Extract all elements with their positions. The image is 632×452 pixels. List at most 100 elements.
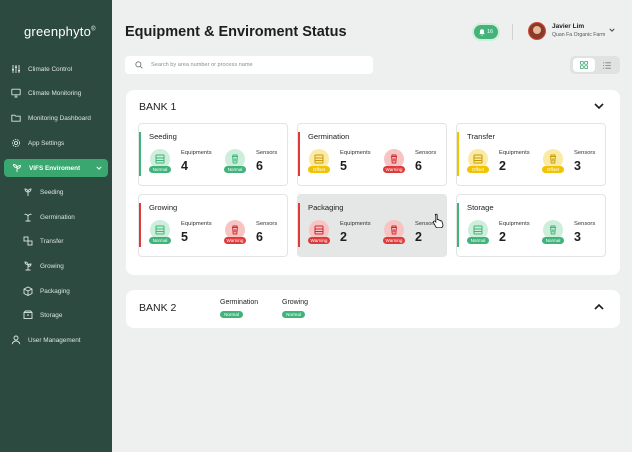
sensor-label: Sensors [574,150,596,156]
sidebar-item-packaging[interactable]: Packaging [0,282,112,300]
sensor-metric: Warning Sensors 6 [383,149,446,179]
folder-icon [10,112,22,124]
sidebar-item-vifs-enviroment[interactable]: VIFS Enviroment [4,159,108,177]
status-badge: Offset [467,166,489,173]
sprout-icon [11,162,23,174]
sensor-label: Sensors [256,221,278,227]
sidebar-item-label: VIFS Enviroment [29,164,81,172]
status-badge: Normal [224,166,246,173]
card-title: Packaging [308,203,344,212]
sidebar-item-germination[interactable]: Germination [0,208,112,226]
sidebar-item-label: Packaging [40,287,70,295]
sidebar-item-seeding[interactable]: Seeding [0,183,112,201]
sidebar-item-transfer[interactable]: Transfer [0,232,112,250]
sensor-metric: Warning Sensors 6 [224,220,287,250]
sidebar-item-label: Growing [40,262,64,270]
search-icon [135,61,143,69]
process-card-seeding[interactable]: Seeding Normal Equipments 4 Normal Sensors 6 [138,123,288,186]
equipment-metric: Normal Equipments 2 [467,220,543,250]
bell-icon [479,28,485,36]
monitor-icon [10,87,22,99]
sensor-count: 3 [574,159,581,173]
seed-icon [22,186,34,198]
equipment-label: Equipments [181,221,212,227]
sidebar-item-user-management[interactable]: User Management [0,331,112,349]
growing-icon [22,260,34,272]
logo-mark: ® [91,26,96,33]
status-badge: Normal [542,237,564,244]
bank-2-panel[interactable]: BANK 2 Germination Normal Growing Normal [126,290,620,328]
sidebar-item-label: App Settings [28,139,65,147]
equipment-metric: Warning Equipments 2 [308,220,384,250]
storage-icon [22,309,34,321]
status-bar [298,132,300,176]
bank-2-item-germination: Germination Normal [220,299,259,318]
sensor-label: Sensors [415,150,437,156]
box-icon [22,285,34,297]
status-badge: Normal [282,311,305,318]
sidebar-item-label: Germination [40,213,75,221]
sidebar-item-growing[interactable]: Growing [0,257,112,275]
logo: greenphyto® [24,24,96,39]
sidebar-item-label: Climate Monitoring [28,89,82,97]
sidebar-item-climate-monitoring[interactable]: Climate Monitoring [0,84,112,102]
status-badge: Warning [383,166,405,173]
list-view-button[interactable] [596,58,618,72]
sidebar-item-label: Seeding [40,188,64,196]
process-card-transfer[interactable]: Transfer Offset Equipments 2 Offset Sensors 3 [456,123,606,186]
equipment-label: Equipments [499,221,530,227]
status-badge: Normal [149,166,171,173]
sidebar-item-storage[interactable]: Storage [0,306,112,324]
equipment-count: 5 [181,230,188,244]
sensor-metric: Normal Sensors 6 [224,149,287,179]
notification-button[interactable]: 16 [474,25,498,39]
chevron-down-icon[interactable] [609,28,615,32]
sidebar-item-label: Storage [40,311,63,319]
user-farm: Quan Fa Organic Farm [552,32,606,38]
sensor-count: 6 [256,159,263,173]
equipment-count: 4 [181,159,188,173]
list-icon [603,61,611,69]
card-title: Transfer [467,132,495,141]
sliders-icon [10,63,22,75]
grid-view-button[interactable] [573,58,595,72]
status-bar [457,132,459,176]
chevron-down-icon[interactable] [594,103,604,109]
search-box[interactable] [125,56,373,74]
sidebar-item-app-settings[interactable]: App Settings [0,134,112,152]
process-card-packaging[interactable]: Packaging Warning Equipments 2 Warning Sensor… [297,194,447,257]
card-title: Growing [149,203,178,212]
bank-1-title: BANK 1 [139,101,177,113]
sidebar-item-climate-control[interactable]: Climate Control [0,60,112,78]
sensor-label: Sensors [574,221,596,227]
bank-1-panel: BANK 1 Seeding Normal Equipments 4 Normal Sen… [126,90,620,275]
card-title: Germination [308,132,350,141]
card-title: Seeding [149,132,177,141]
transfer-icon [22,235,34,247]
equipment-count: 5 [340,159,347,173]
sensor-count: 2 [415,230,422,244]
sensor-label: Sensors [256,150,278,156]
equipment-label: Equipments [340,150,371,156]
process-label: Germination [220,299,259,306]
status-badge: Warning [308,237,330,244]
equipment-label: Equipments [499,150,530,156]
sidebar-item-label: Climate Control [28,65,73,73]
avatar[interactable] [528,22,546,40]
view-toggle [570,56,620,74]
status-badge: Offset [308,166,330,173]
card-title: Storage [467,203,494,212]
search-input[interactable] [151,62,351,68]
page-title: Equipment & Enviroment Status [125,24,347,40]
user-name[interactable]: Javier Lim [552,23,584,30]
status-badge: Offset [542,166,564,173]
chevron-up-icon[interactable] [594,304,604,310]
process-card-growing[interactable]: Growing Normal Equipments 5 Warning Sensors 6 [138,194,288,257]
sidebar-item-label: User Management [28,336,81,344]
status-bar [139,132,141,176]
process-card-germination[interactable]: Germination Offset Equipments 5 Warning Senso… [297,123,447,186]
sidebar-item-monitoring-dashboard[interactable]: Monitoring Dashboard [0,109,112,127]
status-bar [457,203,459,247]
process-card-storage[interactable]: Storage Normal Equipments 2 Normal Sensors 3 [456,194,606,257]
notification-count: 16 [486,29,494,35]
